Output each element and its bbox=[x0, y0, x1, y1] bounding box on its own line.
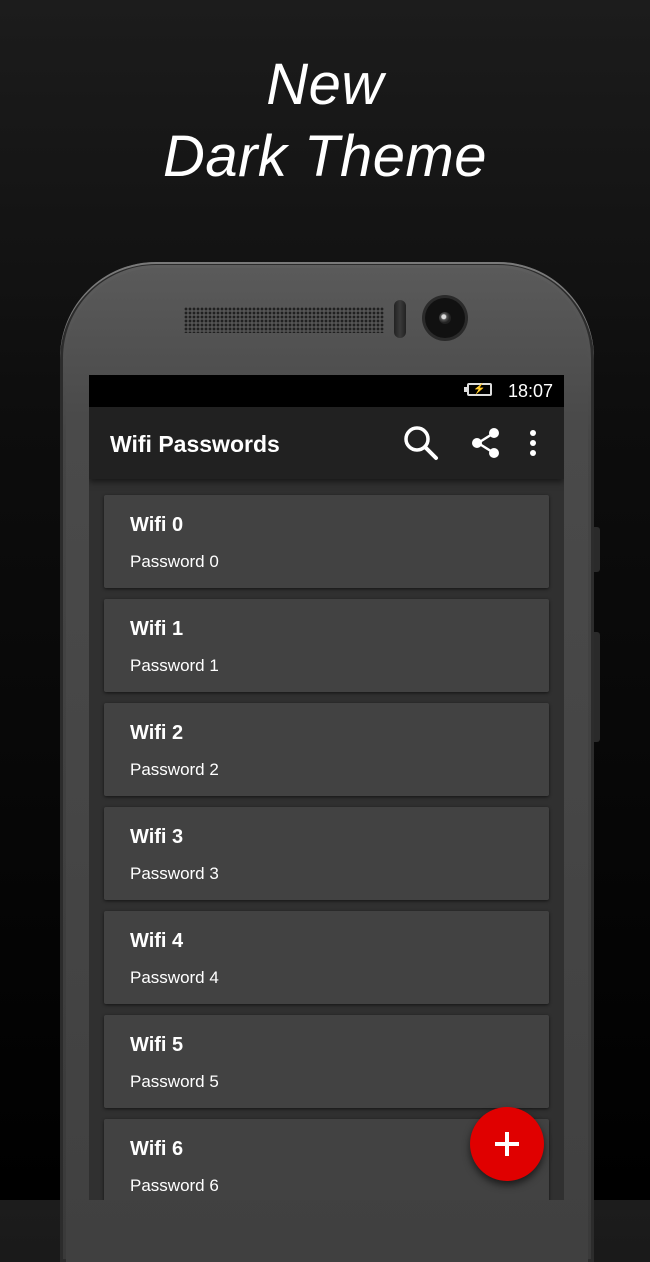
search-icon[interactable] bbox=[401, 423, 441, 463]
wifi-list-item[interactable]: Wifi 0 Password 0 bbox=[104, 495, 549, 588]
volume-button bbox=[594, 527, 600, 572]
wifi-password: Password 2 bbox=[130, 760, 219, 779]
promo-headline-line1: New bbox=[266, 52, 384, 117]
phone-speaker-grille bbox=[184, 307, 384, 333]
app-title: Wifi Passwords bbox=[110, 431, 280, 457]
battery-charging-icon: ⚡ bbox=[464, 383, 492, 396]
promo-headline-line2: Dark Theme bbox=[162, 124, 488, 189]
plus-icon bbox=[495, 1132, 519, 1156]
phone-screen: ⚡ 18:07 Wifi Passwords Wifi 0 Password 0… bbox=[89, 375, 564, 1200]
wifi-list-item[interactable]: Wifi 5 Password 5 bbox=[104, 1015, 549, 1108]
front-camera-icon bbox=[425, 298, 465, 338]
wifi-ssid: Wifi 2 bbox=[130, 722, 184, 744]
wifi-password: Password 6 bbox=[130, 1176, 219, 1195]
wifi-ssid: Wifi 0 bbox=[130, 514, 184, 536]
status-bar: ⚡ 18:07 bbox=[89, 375, 564, 407]
app-toolbar: Wifi Passwords bbox=[89, 407, 564, 479]
more-vert-icon[interactable] bbox=[513, 423, 553, 463]
status-time: 18:07 bbox=[507, 381, 553, 401]
wifi-list-item[interactable]: Wifi 3 Password 3 bbox=[104, 807, 549, 900]
wifi-list-item[interactable]: Wifi 2 Password 2 bbox=[104, 703, 549, 796]
share-icon[interactable] bbox=[466, 423, 506, 463]
add-wifi-fab[interactable] bbox=[470, 1107, 544, 1181]
wifi-ssid: Wifi 1 bbox=[130, 618, 184, 640]
wifi-password: Password 5 bbox=[130, 1072, 219, 1091]
wifi-password: Password 1 bbox=[130, 656, 219, 675]
wifi-list-item[interactable]: Wifi 1 Password 1 bbox=[104, 599, 549, 692]
wifi-ssid: Wifi 5 bbox=[130, 1034, 184, 1056]
wifi-ssid: Wifi 4 bbox=[130, 930, 184, 952]
wifi-password: Password 0 bbox=[130, 552, 219, 571]
power-button bbox=[594, 632, 600, 742]
wifi-password: Password 4 bbox=[130, 968, 219, 987]
wifi-ssid: Wifi 6 bbox=[130, 1138, 184, 1160]
phone-sensor bbox=[394, 300, 406, 338]
wifi-password: Password 3 bbox=[130, 864, 219, 883]
wifi-ssid: Wifi 3 bbox=[130, 826, 184, 848]
wifi-list-item[interactable]: Wifi 4 Password 4 bbox=[104, 911, 549, 1004]
